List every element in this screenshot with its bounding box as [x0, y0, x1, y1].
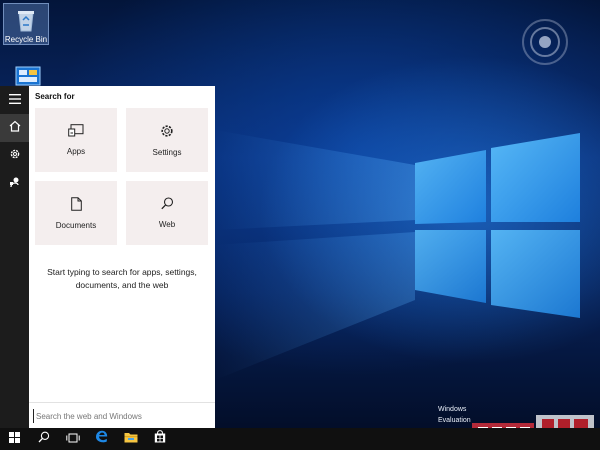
- recycle-bin[interactable]: Recycle Bin: [3, 3, 49, 45]
- evaluation-line-2: Evaluation: [438, 417, 471, 424]
- evaluation-line-1: Windows: [438, 406, 467, 413]
- home-button[interactable]: [0, 114, 29, 142]
- search-panel-title: Search for: [35, 92, 75, 101]
- search-box: [29, 402, 215, 428]
- search-panel: Search for Apps Settings Documents Web S…: [29, 86, 215, 428]
- store-button[interactable]: [145, 428, 174, 450]
- task-view-icon: [65, 430, 80, 448]
- tile-settings-label: Settings: [152, 147, 182, 157]
- feedback-button[interactable]: [0, 170, 29, 198]
- document-icon: [70, 196, 82, 216]
- tile-web-label: Web: [158, 220, 176, 229]
- magnifier-icon: [160, 197, 174, 215]
- tile-web[interactable]: Web: [126, 181, 208, 245]
- gear-icon: [160, 124, 174, 143]
- menu-button[interactable]: [0, 86, 29, 114]
- search-icon: [38, 430, 50, 448]
- windows-start-icon: [9, 430, 20, 448]
- file-explorer-icon: [124, 430, 138, 448]
- start-rail: [0, 86, 29, 428]
- tile-apps-label: Apps: [66, 147, 86, 156]
- search-hint-text: Start typing to search for apps, setting…: [47, 267, 197, 290]
- taskbar: [0, 428, 600, 450]
- search-input[interactable]: [33, 409, 209, 423]
- store-icon: [154, 430, 166, 448]
- tile-documents-label: Documents: [55, 220, 97, 230]
- start-button[interactable]: [0, 428, 29, 450]
- settings-button[interactable]: [0, 142, 29, 170]
- taskbar-search-button[interactable]: [29, 428, 58, 450]
- tile-documents[interactable]: Documents: [35, 181, 117, 245]
- recycle-bin-label: Recycle Bin: [4, 35, 48, 44]
- task-view-button[interactable]: [58, 428, 87, 450]
- edge-browser-icon: [95, 430, 108, 448]
- recycle-bin-icon: [13, 7, 39, 33]
- hamburger-menu-icon: [8, 91, 21, 109]
- evaluation-text: Windows Evaluation: [438, 404, 471, 426]
- apps-icon: [68, 124, 84, 142]
- tile-settings[interactable]: Settings: [126, 108, 208, 172]
- file-explorer-button[interactable]: [116, 428, 145, 450]
- settings-gear-icon: [9, 147, 21, 165]
- edge-button[interactable]: [87, 428, 116, 450]
- tile-apps[interactable]: Apps: [35, 108, 117, 172]
- feedback-icon: [9, 175, 21, 193]
- desktop-shortcut[interactable]: [5, 66, 51, 88]
- home-icon: [9, 119, 21, 137]
